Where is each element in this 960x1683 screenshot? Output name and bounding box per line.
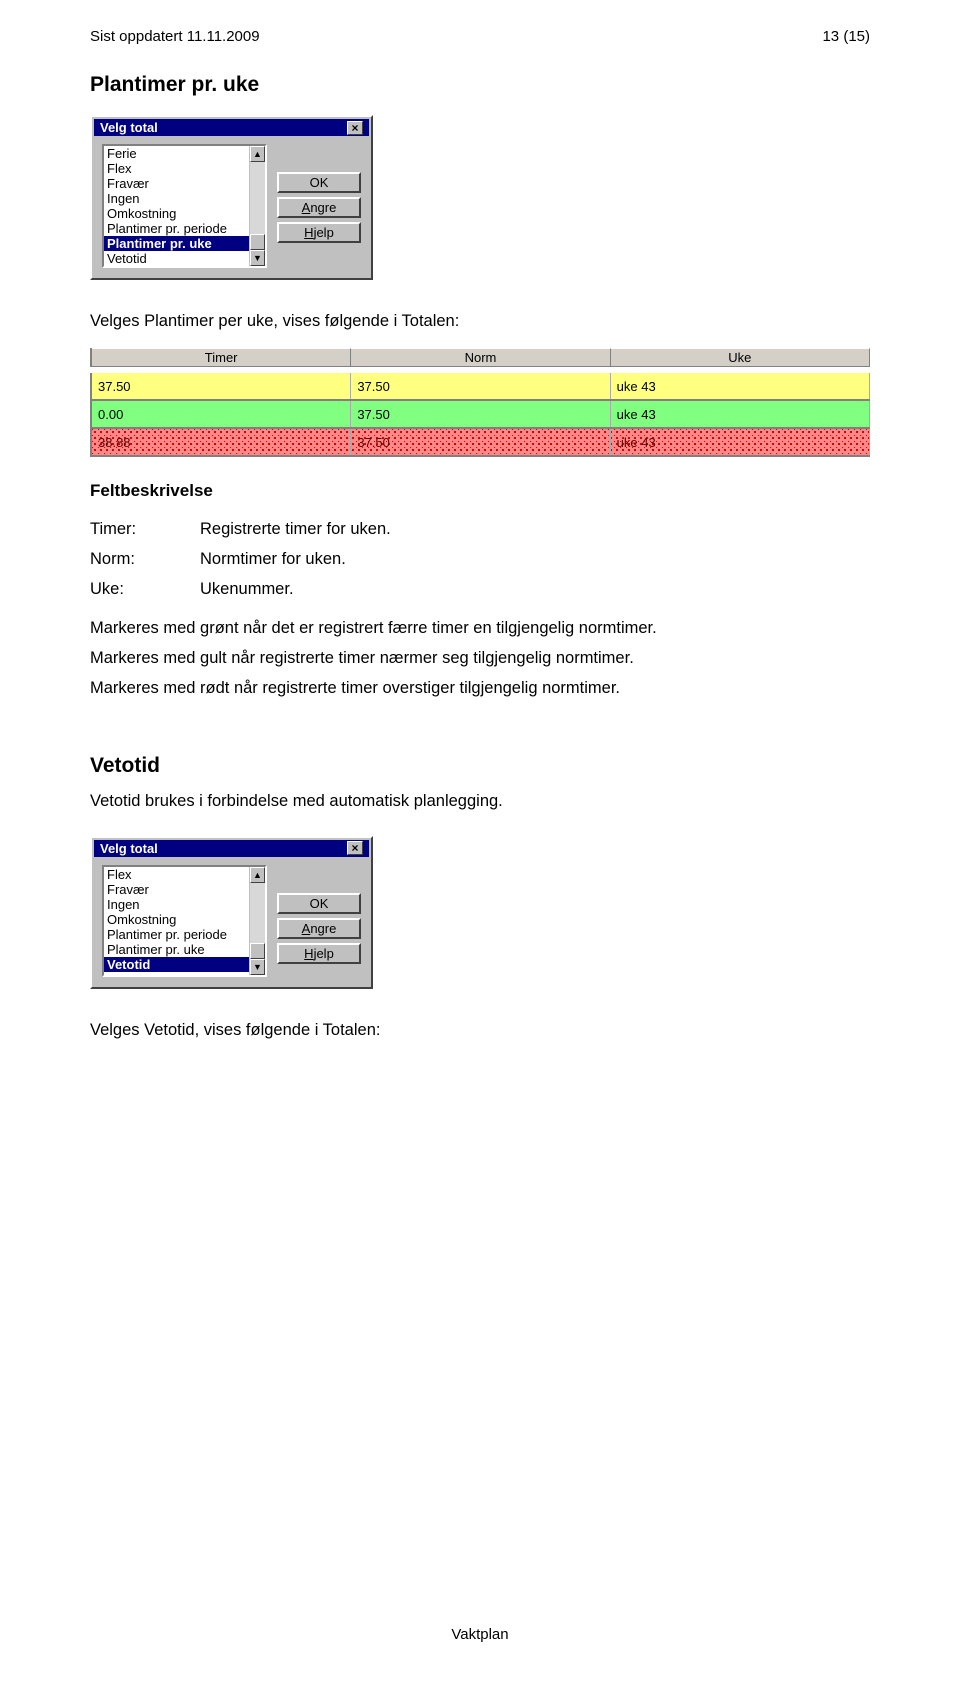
listbox-wrap: Ferie Flex Fravær Ingen Omkostning Plant… — [102, 144, 267, 268]
totals-table: Timer Norm Uke 37.50 37.50 uke 43 0.00 3… — [90, 348, 870, 457]
kv-val-uke: Ukenummer. — [200, 580, 294, 598]
cell-timer: 38.88 — [92, 429, 351, 455]
list-item-selected[interactable]: Plantimer pr. uke — [104, 236, 249, 251]
intro-text: Velges Plantimer per uke, vises følgende… — [90, 308, 870, 334]
btn-txt: jelp — [314, 225, 334, 240]
closing-text: Velges Vetotid, vises følgende i Totalen… — [90, 1017, 870, 1043]
kv-key-norm: Norm: — [90, 545, 200, 575]
listbox-totals[interactable]: Flex Fravær Ingen Omkostning Plantimer p… — [104, 867, 249, 975]
kv-key-uke: Uke: — [90, 575, 200, 605]
legend-green: Markeres med grønt når det er registrert… — [90, 614, 870, 644]
dialog-title-text: Velg total — [100, 841, 158, 856]
dialog-velg-total-2: Velg total × Flex Fravær Ingen Omkostnin… — [90, 836, 373, 989]
section-title-plantimer: Plantimer pr. uke — [90, 73, 870, 97]
dialog-title-text: Velg total — [100, 120, 158, 135]
cell-norm: 37.50 — [351, 373, 610, 399]
list-item[interactable]: Vetotid — [104, 251, 249, 266]
list-item[interactable]: Plantimer pr. periode — [104, 221, 249, 236]
scroll-thumb[interactable] — [250, 943, 265, 959]
col-uke: Uke — [611, 348, 870, 367]
footer-text: Vaktplan — [0, 1626, 960, 1643]
btn-txt: ngre — [310, 200, 336, 215]
dialog-velg-total-1: Velg total × Ferie Flex Fravær Ingen Omk… — [90, 115, 373, 280]
col-timer: Timer — [92, 348, 351, 367]
updated-date: Sist oppdatert 11.11.2009 — [90, 28, 260, 45]
cell-uke: uke 43 — [611, 401, 870, 427]
list-item[interactable]: Omkostning — [104, 206, 249, 221]
dialog-titlebar: Velg total × — [94, 840, 369, 857]
legend-yellow: Markeres med gult når registrerte timer … — [90, 644, 870, 674]
list-item[interactable]: Fravær — [104, 882, 249, 897]
list-item[interactable]: Ferie — [104, 146, 249, 161]
ok-button[interactable]: OK — [277, 172, 361, 193]
ok-button[interactable]: OK — [277, 893, 361, 914]
list-item-selected[interactable]: Vetotid — [104, 957, 249, 972]
scroll-down-icon[interactable]: ▼ — [250, 959, 265, 975]
feltbeskrivelse-title: Feltbeskrivelse — [90, 481, 870, 501]
cell-uke: uke 43 — [611, 373, 870, 399]
cell-uke: uke 43 — [611, 429, 870, 455]
table-row: 0.00 37.50 uke 43 — [90, 401, 870, 429]
list-item[interactable]: Fravær — [104, 176, 249, 191]
dialog-titlebar: Velg total × — [94, 119, 369, 136]
close-icon[interactable]: × — [347, 841, 363, 855]
scrollbar[interactable]: ▲ ▼ — [249, 867, 265, 975]
section-title-vetotid: Vetotid — [90, 754, 870, 778]
list-item[interactable]: Flex — [104, 161, 249, 176]
list-item[interactable]: Plantimer pr. periode — [104, 927, 249, 942]
cell-norm: 37.50 — [351, 429, 610, 455]
scroll-up-icon[interactable]: ▲ — [250, 867, 265, 883]
btn-txt: jelp — [314, 946, 334, 961]
table-row: 38.88 37.50 uke 43 — [90, 429, 870, 457]
list-item[interactable]: Ingen — [104, 191, 249, 206]
table-row: 37.50 37.50 uke 43 — [90, 373, 870, 401]
list-item[interactable]: Plantimer pr. uke — [104, 942, 249, 957]
kv-val-norm: Normtimer for uken. — [200, 550, 346, 568]
list-item[interactable]: Flex — [104, 867, 249, 882]
scrollbar[interactable]: ▲ ▼ — [249, 146, 265, 266]
angre-button[interactable]: Angre — [277, 197, 361, 218]
scroll-up-icon[interactable]: ▲ — [250, 146, 265, 162]
btn-txt: ngre — [310, 921, 336, 936]
vetotid-desc: Vetotid brukes i forbindelse med automat… — [90, 788, 870, 814]
hjelp-button[interactable]: Hjelp — [277, 222, 361, 243]
list-item[interactable]: Ingen — [104, 897, 249, 912]
angre-button[interactable]: Angre — [277, 918, 361, 939]
scroll-down-icon[interactable]: ▼ — [250, 250, 265, 266]
cell-timer: 37.50 — [92, 373, 351, 399]
listbox-wrap: Flex Fravær Ingen Omkostning Plantimer p… — [102, 865, 267, 977]
col-norm: Norm — [351, 348, 610, 367]
close-icon[interactable]: × — [347, 121, 363, 135]
listbox-totals[interactable]: Ferie Flex Fravær Ingen Omkostning Plant… — [104, 146, 249, 266]
page-number: 13 (15) — [822, 28, 870, 45]
kv-key-timer: Timer: — [90, 515, 200, 545]
cell-timer: 0.00 — [92, 401, 351, 427]
hjelp-button[interactable]: Hjelp — [277, 943, 361, 964]
legend-red: Markeres med rødt når registrerte timer … — [90, 674, 870, 704]
list-item[interactable]: Omkostning — [104, 912, 249, 927]
kv-val-timer: Registrerte timer for uken. — [200, 520, 391, 538]
scroll-thumb[interactable] — [250, 234, 265, 250]
cell-norm: 37.50 — [351, 401, 610, 427]
